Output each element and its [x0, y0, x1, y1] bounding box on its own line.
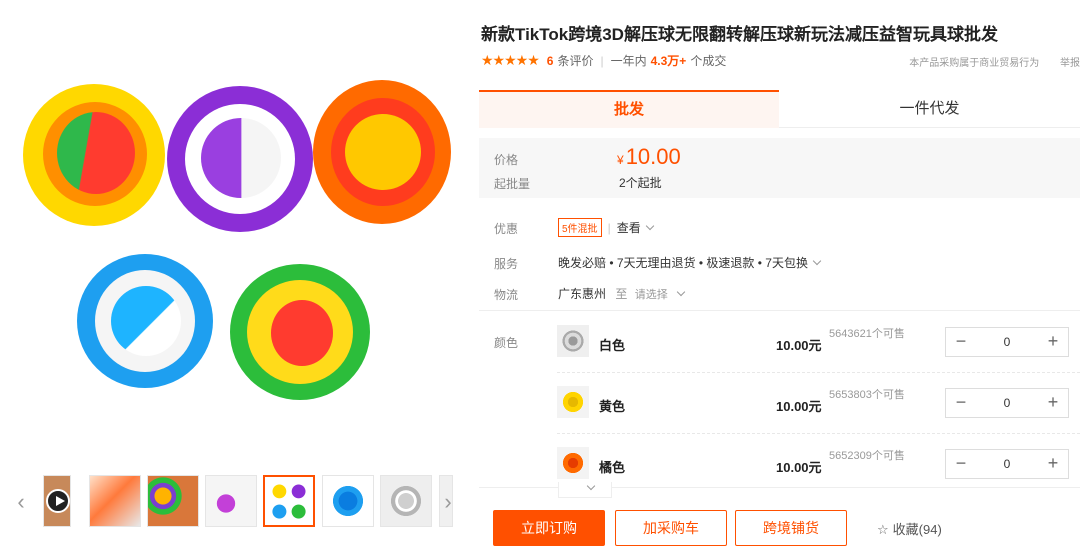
- play-icon: [46, 489, 70, 513]
- thumb-3[interactable]: [205, 475, 257, 527]
- rating-row: ★★★★★ 6 条评价 | 一年内 4.3万+ 个成交: [481, 52, 726, 69]
- chevron-down-icon[interactable]: [676, 287, 685, 297]
- moq-label: 起批量: [494, 177, 531, 191]
- promo-view-link[interactable]: 查看: [617, 221, 641, 235]
- chevron-down-icon: [586, 481, 596, 491]
- quantity-input[interactable]: 0: [976, 389, 1038, 417]
- blue-ball: [111, 286, 181, 356]
- buy-now-button[interactable]: 立即订购: [493, 510, 605, 546]
- meta-divider: |: [600, 53, 604, 68]
- service-text: 晚发必赔 • 7天无理由退货 • 极速退款 • 7天包换: [558, 256, 808, 270]
- thumb-5[interactable]: [322, 475, 374, 527]
- sku-list: 白色 10.00元 5643621个可售 − 0 + 黄色 10.00元 565…: [479, 310, 1080, 488]
- thumb-1[interactable]: [89, 475, 141, 527]
- review-count[interactable]: 6: [547, 54, 554, 68]
- tab-dropship[interactable]: 一件代发: [779, 90, 1080, 128]
- add-to-cart-button[interactable]: 加采购车: [615, 510, 727, 546]
- main-product-image[interactable]: [15, 18, 455, 458]
- deals-prefix: 一年内: [610, 54, 647, 68]
- service-label: 服务: [494, 257, 519, 271]
- quantity-stepper: − 0 +: [945, 388, 1069, 418]
- service-row: 晚发必赔 • 7天无理由退货 • 极速退款 • 7天包换: [558, 254, 822, 271]
- sku-price: 10.00元: [776, 399, 822, 414]
- sku-price: 10.00元: [776, 460, 822, 475]
- product-info-panel: 新款TikTok跨境3D解压球无限翻转解压球新玩法减压益智玩具球批发 ★★★★★…: [479, 0, 1080, 549]
- tab-wholesale[interactable]: 批发: [479, 90, 779, 128]
- thumb-next-arrow-icon[interactable]: ›: [439, 482, 457, 522]
- decrease-button[interactable]: −: [946, 450, 976, 478]
- rating-stars-icon: ★★★★★: [481, 52, 540, 68]
- sku-name: 白色: [599, 338, 626, 353]
- sku-price: 10.00元: [776, 338, 822, 353]
- favorite-label: 收藏(94): [892, 522, 942, 537]
- purple-ball: [201, 118, 281, 198]
- yellow-ball: [345, 114, 421, 190]
- sku-thumbnail[interactable]: [557, 447, 589, 479]
- purchase-mode-tabs: 批发 一件代发: [479, 90, 1080, 128]
- red-ball: [271, 300, 333, 366]
- sku-thumbnail[interactable]: [557, 325, 589, 357]
- star-outline-icon: ☆: [877, 522, 889, 537]
- sku-row: 橘色 10.00元 5652309个可售 − 0 +: [557, 433, 1080, 488]
- sku-row: 黄色 10.00元 5653803个可售 − 0 +: [557, 372, 1080, 432]
- logistics-to: 至: [615, 287, 628, 301]
- promo-divider: |: [607, 221, 611, 235]
- price-label: 价格: [494, 153, 519, 167]
- price-value: ¥10.00: [617, 144, 681, 170]
- increase-button[interactable]: +: [1038, 450, 1068, 478]
- sku-stock: 5653803个可售: [829, 389, 905, 401]
- quantity-input[interactable]: 0: [976, 328, 1038, 356]
- chevron-down-icon[interactable]: [812, 256, 822, 266]
- product-title: 新款TikTok跨境3D解压球无限翻转解压球新玩法减压益智玩具球批发: [481, 25, 998, 44]
- thumb-2[interactable]: [147, 475, 199, 527]
- chevron-down-icon[interactable]: [645, 221, 654, 231]
- increase-button[interactable]: +: [1038, 389, 1068, 417]
- deals-suffix: 个成交: [690, 54, 727, 68]
- favorite-button[interactable]: ☆ 收藏(94): [877, 519, 942, 538]
- sku-thumbnail[interactable]: [557, 386, 589, 418]
- logistics-label: 物流: [494, 288, 519, 302]
- sku-row: 白色 10.00元 5643621个可售 − 0 +: [557, 311, 1080, 371]
- thumb-6[interactable]: [380, 475, 432, 527]
- promo-row: 5件混批 | 查看: [558, 218, 654, 237]
- red-green-ball: [57, 112, 135, 194]
- moq-value: 2个起批: [619, 176, 662, 190]
- thumb-video[interactable]: [43, 475, 71, 527]
- thumb-4-selected[interactable]: [263, 475, 315, 527]
- deals-count: 4.3万+: [650, 54, 687, 68]
- quantity-stepper: − 0 +: [945, 327, 1069, 357]
- sku-stock: 5652309个可售: [829, 450, 905, 462]
- decrease-button[interactable]: −: [946, 389, 976, 417]
- thumb-prev-arrow-icon[interactable]: ‹: [12, 482, 30, 522]
- report-link[interactable]: 举报: [1060, 58, 1080, 69]
- expand-more-button[interactable]: [558, 481, 612, 498]
- logistics-row: 广东惠州 至 请选择: [558, 285, 685, 302]
- promo-badge: 5件混批: [558, 218, 602, 237]
- promo-label: 优惠: [494, 222, 519, 236]
- sku-name: 黄色: [599, 399, 626, 414]
- quantity-stepper: − 0 +: [945, 449, 1069, 479]
- product-gallery: ‹ ›: [0, 0, 470, 549]
- logistics-from: 广东惠州: [558, 287, 607, 301]
- cross-border-button[interactable]: 跨境铺货: [735, 510, 847, 546]
- thumbnail-strip: ‹ ›: [10, 472, 465, 530]
- sku-name: 橘色: [599, 460, 626, 475]
- decrease-button[interactable]: −: [946, 328, 976, 356]
- currency-symbol: ¥: [617, 153, 624, 167]
- sku-stock: 5643621个可售: [829, 328, 905, 340]
- price-number: 10.00: [625, 144, 681, 169]
- review-label[interactable]: 条评价: [557, 52, 593, 69]
- logistics-select[interactable]: 请选择: [635, 289, 668, 301]
- price-box: 价格 ¥10.00 起批量 2个起批: [479, 138, 1080, 198]
- quantity-input[interactable]: 0: [976, 450, 1038, 478]
- increase-button[interactable]: +: [1038, 328, 1068, 356]
- trade-notice-row: 本产品采购属于商业贸易行为 举报: [891, 54, 1080, 69]
- trade-notice: 本产品采购属于商业贸易行为: [909, 58, 1040, 69]
